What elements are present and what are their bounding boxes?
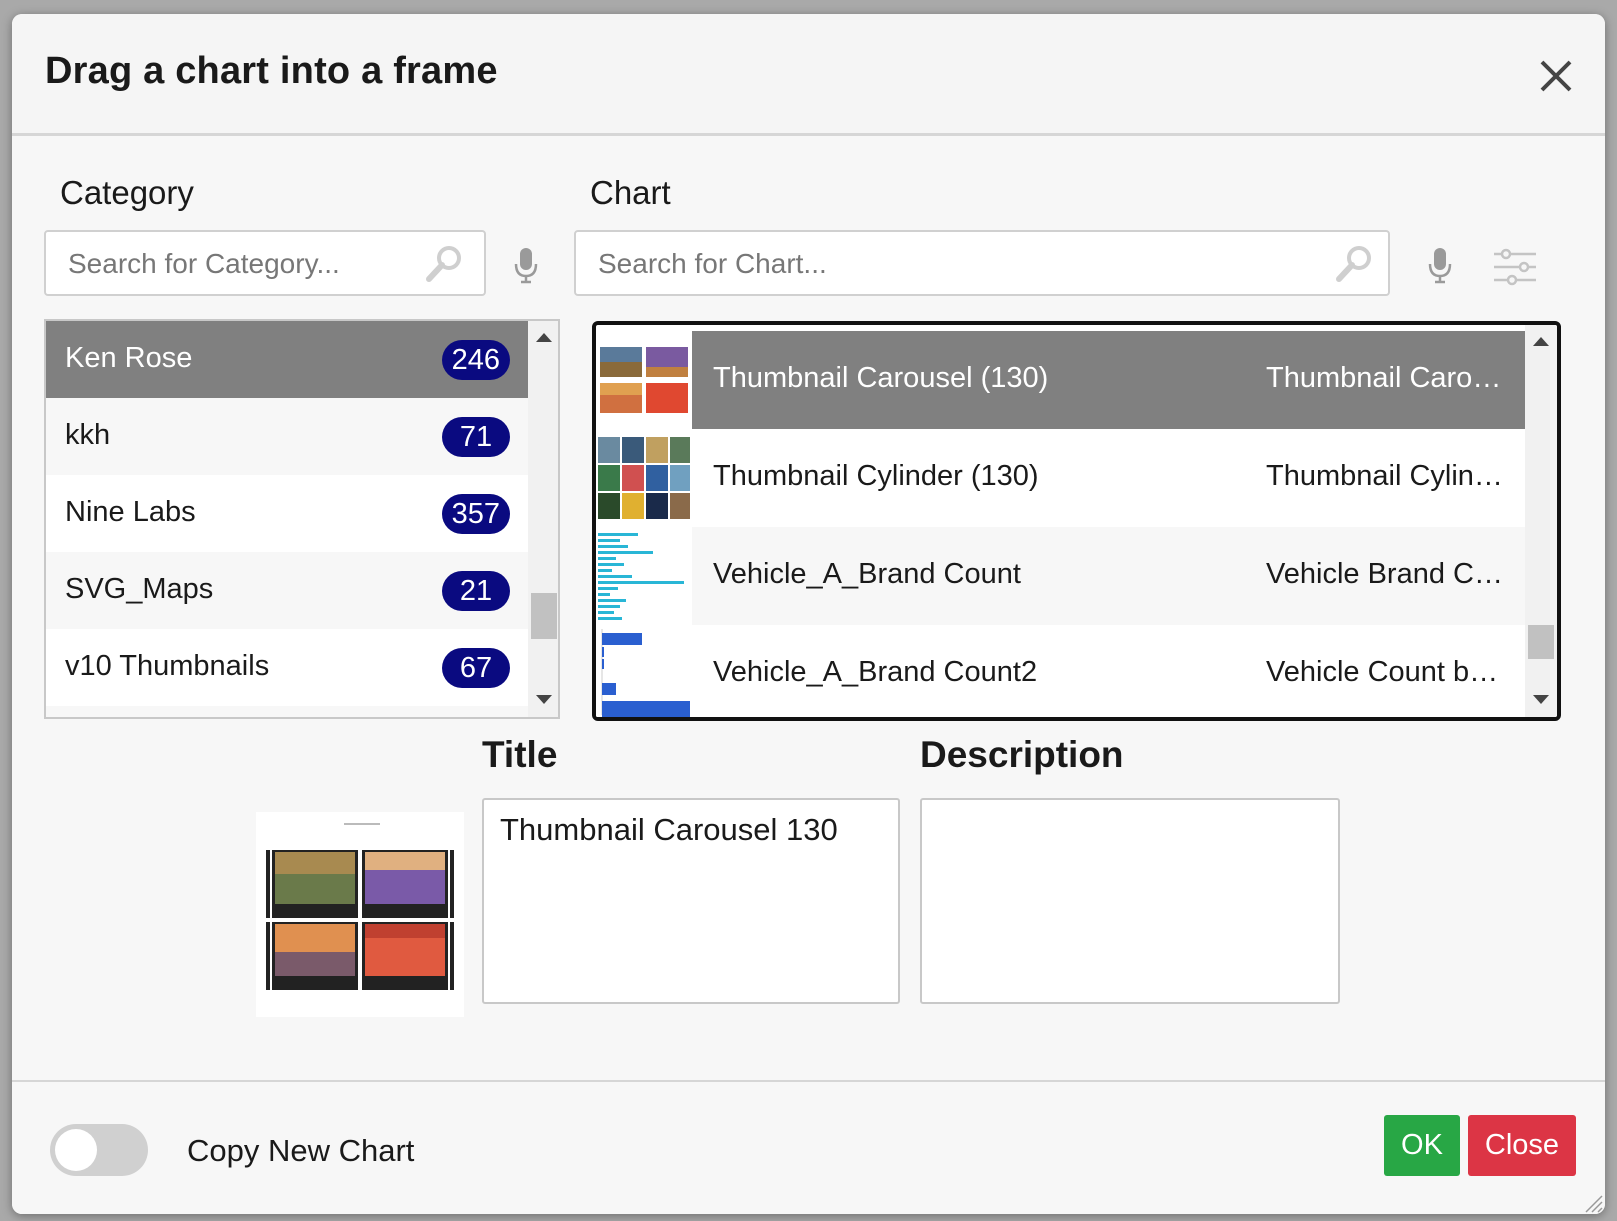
dialog-title: Drag a chart into a frame [45, 50, 498, 92]
category-item-kkh[interactable]: kkh 71 [46, 398, 528, 475]
chart-search-input[interactable] [596, 242, 1316, 286]
count-badge: 357 [441, 494, 510, 534]
chart-thumbnail [596, 625, 692, 717]
chart-item-name: Vehicle_A_Brand Count [713, 558, 1021, 590]
category-item-v10-thumbnails[interactable]: v10 Thumbnails 67 [46, 629, 528, 706]
category-item-label: Ken Rose [65, 342, 193, 374]
scroll-up-arrow[interactable] [1533, 337, 1549, 346]
category-item-label: v10 Thumbnails [65, 650, 270, 682]
chart-thumbnail [596, 331, 692, 429]
scroll-thumb[interactable] [1528, 625, 1554, 659]
chart-item-name: Thumbnail Cylinder (130) [713, 460, 1039, 492]
scroll-thumb[interactable] [531, 593, 557, 639]
scroll-down-arrow[interactable] [536, 695, 552, 704]
chart-search-box [574, 230, 1390, 296]
chart-preview-image [256, 812, 464, 1017]
scroll-down-arrow[interactable] [1533, 695, 1549, 704]
filter-settings-icon[interactable] [1492, 247, 1538, 287]
description-field[interactable] [920, 798, 1340, 1004]
close-button[interactable]: Close [1468, 1115, 1576, 1176]
category-item-label: SVG_Maps [65, 573, 214, 605]
count-badge: 67 [442, 648, 510, 688]
category-label: Category [60, 174, 194, 211]
toggle-knob [55, 1129, 97, 1171]
chart-item-name: Thumbnail Carousel (130) [713, 362, 1049, 394]
dialog-header: Drag a chart into a frame [12, 14, 1605, 136]
chart-item-thumbnail-carousel[interactable]: Thumbnail Carousel (130) Thumbnail Caro… [596, 331, 1525, 429]
category-scrollbar[interactable] [528, 321, 558, 717]
category-item-label: Nine Labs [65, 496, 196, 528]
chart-item-thumbnail-cylinder[interactable]: Thumbnail Cylinder (130) Thumbnail Cylin… [596, 429, 1525, 527]
chart-item-vehicle-a-brand-count2[interactable]: Vehicle_A_Brand Count2 Vehicle Count b… [596, 625, 1525, 717]
title-label: Title [482, 734, 558, 775]
category-item-svg-maps[interactable]: SVG_Maps 21 [46, 552, 528, 629]
category-item-ken-rose[interactable]: Ken Rose 246 [46, 321, 528, 398]
category-list: Ken Rose 246 kkh 71 Nine Labs 357 SVG_Ma… [44, 319, 560, 719]
chart-thumbnail [596, 527, 692, 625]
microphone-icon[interactable] [1428, 246, 1452, 284]
chart-thumbnail [596, 429, 692, 527]
category-search-input[interactable] [66, 242, 416, 286]
chart-scrollbar[interactable] [1525, 325, 1557, 717]
ok-button[interactable]: OK [1384, 1115, 1460, 1176]
chart-item-vehicle-a-brand-count[interactable]: Vehicle_A_Brand Count Vehicle Brand C… [596, 527, 1525, 625]
copy-new-chart-toggle[interactable] [50, 1124, 148, 1176]
category-item-nine-labs[interactable]: Nine Labs 357 [46, 475, 528, 552]
close-icon[interactable] [1532, 52, 1580, 100]
chart-label: Chart [590, 174, 671, 211]
chart-item-title: Thumbnail Cylin… [1266, 460, 1503, 492]
search-icon[interactable] [1334, 244, 1374, 284]
description-label: Description [920, 734, 1124, 775]
chart-item-title: Vehicle Brand C… [1266, 558, 1503, 590]
chart-list: Thumbnail Carousel (130) Thumbnail Caro…… [592, 321, 1561, 721]
count-badge: 246 [441, 340, 510, 380]
microphone-icon[interactable] [514, 246, 538, 284]
category-item-partial [46, 706, 528, 717]
copy-new-chart-label: Copy New Chart [187, 1133, 415, 1168]
search-icon[interactable] [424, 244, 464, 284]
count-badge: 21 [442, 571, 510, 611]
chart-item-title: Thumbnail Caro… [1266, 362, 1502, 394]
count-badge: 71 [442, 417, 510, 457]
resize-grip-icon[interactable] [1582, 1192, 1604, 1214]
chart-picker-dialog: Drag a chart into a frame Category Ken R… [12, 14, 1605, 1214]
title-field[interactable]: Thumbnail Carousel 130 [482, 798, 900, 1004]
chart-item-name: Vehicle_A_Brand Count2 [713, 656, 1038, 688]
scroll-up-arrow[interactable] [536, 333, 552, 342]
category-search-box [44, 230, 486, 296]
chart-item-title: Vehicle Count b… [1266, 656, 1499, 688]
category-item-label: kkh [65, 419, 111, 451]
